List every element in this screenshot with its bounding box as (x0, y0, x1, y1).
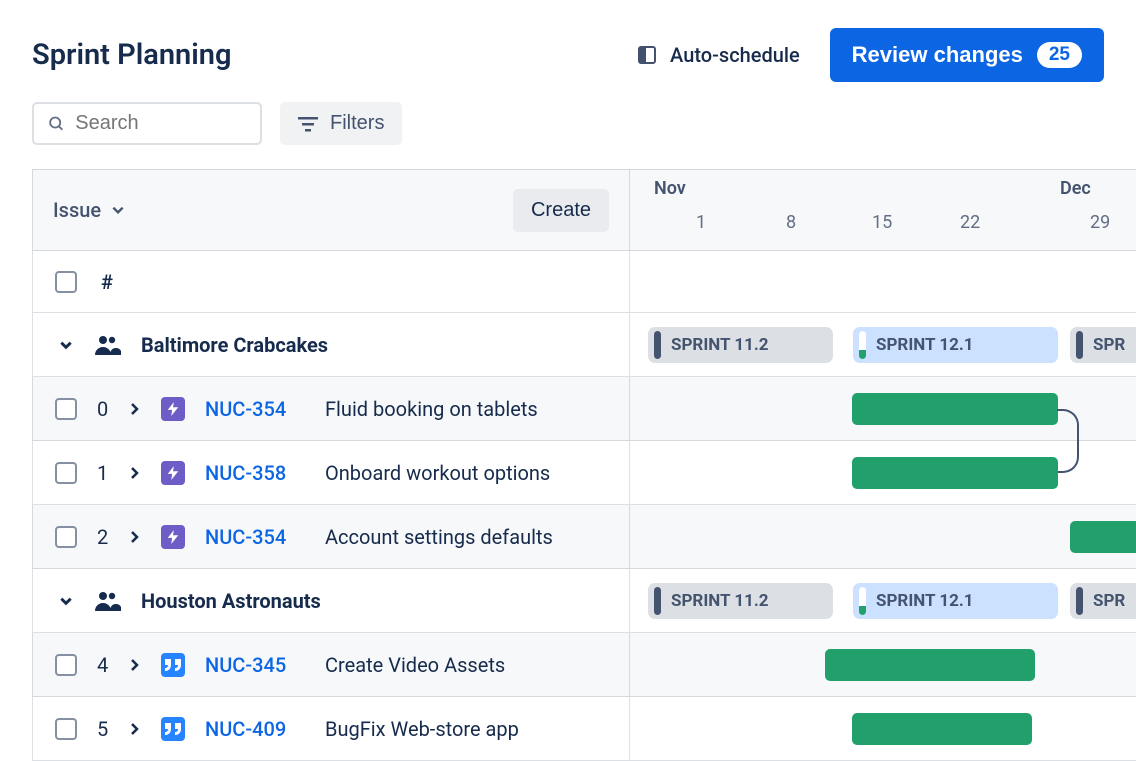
sprint-pill[interactable]: SPRINT 12.1 (853, 583, 1058, 619)
auto-schedule-label: Auto-schedule (670, 43, 800, 67)
review-changes-button[interactable]: Review changes 25 (830, 28, 1104, 82)
issue-timeline (630, 697, 1136, 761)
sprint-pill[interactable]: SPR (1070, 583, 1136, 619)
filter-icon (298, 116, 318, 132)
chevron-right-icon (129, 723, 141, 735)
team-icon (93, 590, 121, 612)
group-title: Houston Astronauts (141, 589, 321, 613)
team-icon (93, 334, 121, 356)
hash-column-label: # (101, 270, 113, 294)
page-title: Sprint Planning (32, 38, 231, 72)
issue-key-link[interactable]: NUC-354 (205, 525, 305, 549)
sprint-indicator (1076, 587, 1083, 615)
month-label: Dec (1060, 178, 1091, 199)
group-timeline: SPRINT 11.2 SPRINT 12.1 SPR (630, 313, 1136, 377)
sprint-pill[interactable]: SPRINT 12.1 (853, 327, 1058, 363)
sprint-indicator (859, 331, 866, 359)
issue-number: 5 (97, 717, 109, 741)
issue-checkbox[interactable] (55, 526, 77, 548)
day-label: 15 (872, 212, 892, 233)
issue-title: Account settings defaults (325, 525, 553, 549)
sprint-indicator (1076, 331, 1083, 359)
group-row[interactable]: Baltimore Crabcakes (32, 313, 630, 377)
issue-timeline (630, 377, 1136, 441)
chevron-right-icon (129, 531, 141, 543)
select-all-checkbox[interactable] (55, 271, 77, 293)
issue-title: Fluid booking on tablets (325, 397, 538, 421)
sprint-indicator (654, 331, 661, 359)
issue-key-link[interactable]: NUC-409 (205, 717, 305, 741)
issue-number: 0 (97, 397, 109, 421)
issue-type-icon (161, 461, 185, 485)
issue-number: 2 (97, 525, 109, 549)
issue-key-link[interactable]: NUC-358 (205, 461, 305, 485)
sprint-label: SPR (1093, 591, 1125, 611)
day-label: 1 (696, 212, 706, 233)
chevron-right-icon (129, 403, 141, 415)
review-changes-label: Review changes (852, 42, 1023, 68)
filters-label: Filters (330, 112, 384, 135)
day-label: 22 (960, 212, 980, 233)
search-input[interactable] (75, 112, 246, 135)
search-icon (48, 114, 65, 134)
issue-checkbox[interactable] (55, 398, 77, 420)
sprint-label: SPRINT 12.1 (876, 335, 974, 355)
sprint-label: SPR (1093, 335, 1125, 355)
task-bar[interactable] (825, 649, 1035, 681)
sprint-pill[interactable]: SPRINT 11.2 (648, 327, 833, 363)
issue-column-label: Issue (53, 198, 101, 222)
issue-checkbox[interactable] (55, 462, 77, 484)
auto-schedule-icon (638, 46, 656, 64)
task-bar[interactable] (852, 713, 1032, 745)
issue-timeline (630, 505, 1136, 569)
issue-number: 4 (97, 653, 109, 677)
chevron-down-icon (59, 338, 73, 352)
issue-title: Onboard workout options (325, 461, 550, 485)
issue-number: 1 (97, 461, 109, 485)
search-input-wrapper[interactable] (32, 102, 262, 145)
filters-button[interactable]: Filters (280, 102, 402, 145)
sprint-pill[interactable]: SPRINT 11.2 (648, 583, 833, 619)
issue-type-icon (161, 525, 185, 549)
task-bar[interactable] (852, 457, 1058, 489)
month-label: Nov (654, 178, 686, 199)
issue-column-header[interactable]: Issue (53, 198, 125, 222)
issue-checkbox[interactable] (55, 654, 77, 676)
chevron-down-icon (111, 203, 125, 217)
auto-schedule-toggle[interactable]: Auto-schedule (638, 43, 800, 67)
timeline-header: Nov Dec 1 8 15 22 29 (630, 170, 1136, 250)
issue-title: BugFix Web-store app (325, 717, 519, 741)
group-row[interactable]: Houston Astronauts (32, 569, 630, 633)
group-title: Baltimore Crabcakes (141, 333, 328, 357)
sprint-label: SPRINT 11.2 (671, 335, 769, 355)
sprint-label: SPRINT 11.2 (671, 591, 769, 611)
sprint-indicator (654, 587, 661, 615)
chevron-right-icon (129, 659, 141, 671)
day-label: 8 (786, 212, 796, 233)
issue-type-icon (161, 653, 185, 677)
issue-title: Create Video Assets (325, 653, 505, 677)
chevron-down-icon (59, 594, 73, 608)
sprint-label: SPRINT 12.1 (876, 591, 974, 611)
issue-type-icon (161, 717, 185, 741)
review-changes-count: 25 (1037, 42, 1082, 68)
issue-checkbox[interactable] (55, 718, 77, 740)
task-bar[interactable] (852, 393, 1058, 425)
create-button[interactable]: Create (513, 189, 609, 232)
issue-timeline (630, 441, 1136, 505)
sprint-indicator (859, 587, 866, 615)
issue-type-icon (161, 397, 185, 421)
group-timeline: SPRINT 11.2 SPRINT 12.1 SPR (630, 569, 1136, 633)
issue-timeline (630, 633, 1136, 697)
day-label: 29 (1090, 212, 1110, 233)
issue-key-link[interactable]: NUC-354 (205, 397, 305, 421)
issue-key-link[interactable]: NUC-345 (205, 653, 305, 677)
task-bar[interactable] (1070, 521, 1136, 553)
sprint-pill[interactable]: SPR (1070, 327, 1136, 363)
chevron-right-icon (129, 467, 141, 479)
